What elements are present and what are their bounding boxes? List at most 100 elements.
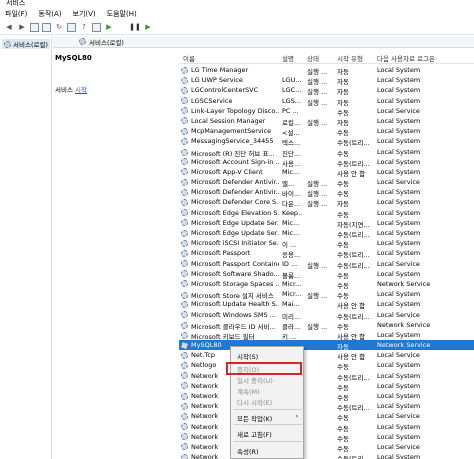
- table-row[interactable]: Microsoft Defender Core S... 다운... 실행 ... 자…: [179, 197, 474, 208]
- table-row[interactable]: Network수동(트리...Local System: [179, 401, 474, 412]
- table-row[interactable]: LG Time Manager 실행 ... 자동 Local System: [179, 65, 474, 76]
- play-icon[interactable]: ▶: [104, 22, 114, 32]
- gear-icon: [181, 149, 188, 156]
- menu-item-properties[interactable]: 속성(R): [237, 446, 259, 456]
- table-row[interactable]: Microsoft Update Health S... Mai... 사용 안 함…: [179, 299, 474, 310]
- table-row[interactable]: Microsoft Software Shado... 볼륨... 수동 Local …: [179, 269, 474, 280]
- start-link[interactable]: 시작: [75, 86, 87, 94]
- table-row[interactable]: Netlogo 수동 Local System: [179, 360, 474, 371]
- menu-view[interactable]: 보기(V): [73, 9, 96, 19]
- table-row[interactable]: LGSCService LGS... 실행 ... 자동 Local System: [179, 96, 474, 107]
- cell-desc: LGS...: [282, 96, 301, 105]
- table-row[interactable]: Microsoft 키보드 필터 키 ... 사용 안 함 Local System: [179, 330, 474, 341]
- table-row[interactable]: LG UWP Service LGU... 실행 ... 자동 Local System: [179, 75, 474, 86]
- table-row[interactable]: Network 수동 Local Service: [179, 411, 474, 422]
- service-name: Network: [191, 392, 219, 400]
- gear-icon: [181, 453, 188, 459]
- service-name-cell: Microsoft Edge Elevation S...: [181, 209, 279, 217]
- cell-logon: Local Service: [377, 351, 420, 360]
- table-row[interactable]: Link-Layer Topology Disco... PC ... 수동 Loca…: [179, 106, 474, 117]
- cell-desc: Micr...: [282, 279, 302, 288]
- cell-startup: 수동(트리...: [337, 453, 373, 459]
- table-row[interactable]: Microsoft Windows SMS ... 미리... 수동(트리... Lo…: [179, 310, 474, 321]
- table-row[interactable]: Network 수동 Local System: [179, 432, 474, 443]
- gear-icon: [181, 260, 188, 268]
- table-row[interactable]: Microsoft Defender Antivir... 바이... 실행 ...…: [179, 187, 474, 198]
- table-row-selected[interactable]: MySQL80 자동 Network Service: [179, 340, 474, 351]
- stop-icon[interactable]: [117, 22, 127, 32]
- properties-icon[interactable]: [92, 22, 101, 32]
- pause-icon[interactable]: ❚❚: [129, 22, 141, 32]
- table-row[interactable]: Local Session Manager 로컬... 실행 ... 자동 Local …: [179, 116, 474, 127]
- table-row[interactable]: LGControlCenterSVC LGC... 실행 ... 자동 Local Sy…: [179, 85, 474, 96]
- menu-item-resume[interactable]: 계속(M): [237, 386, 260, 396]
- table-row[interactable]: Microsoft Edge Elevation S... Keep... 수동 Lo…: [179, 208, 474, 219]
- gear-icon: [181, 158, 188, 166]
- table-row[interactable]: Microsoft Edge Update Ser... Mic... 수동(트리.…: [179, 228, 474, 239]
- table-row[interactable]: Microsoft Edge Update Ser... Mic... 자동(지연.…: [179, 218, 474, 229]
- gear-icon: [181, 332, 188, 340]
- help-icon[interactable]: ?: [79, 22, 89, 32]
- cell-logon: Local System: [377, 218, 421, 227]
- column-description[interactable]: 설명: [282, 53, 294, 63]
- table-row[interactable]: Net.Tcp 사용 안 함 Local Service: [179, 350, 474, 361]
- column-name[interactable]: 이름: [183, 53, 195, 63]
- menu-help[interactable]: 도움말(H): [107, 9, 137, 19]
- menu-item-all-tasks[interactable]: 모든 작업(K): [237, 413, 272, 423]
- service-name: Network: [191, 381, 219, 390]
- table-row[interactable]: Network 수동 Local Service: [179, 442, 474, 453]
- table-row[interactable]: Network 수동 Local System: [179, 381, 474, 392]
- service-name: Microsoft Passport Container: [191, 259, 279, 268]
- cell-desc: Mic...: [282, 218, 300, 227]
- service-name: Network: [191, 422, 219, 431]
- menu-item-pause[interactable]: 일시 중지(U): [237, 375, 273, 385]
- service-name-cell: Microsoft Passport: [181, 249, 279, 257]
- table-row[interactable]: Microsoft App-V Client Mic... 사용 안 함 Local …: [179, 167, 474, 178]
- table-row[interactable]: Microsoft iSCSI Initiator Se... 이 ... 수동 Lo…: [179, 238, 474, 249]
- back-icon[interactable]: ◀: [4, 22, 14, 32]
- table-row[interactable]: Microsoft (R) 진단 허브 표... 진단... 수동 Local Sys…: [179, 147, 474, 158]
- table-row[interactable]: Microsoft Passport Container ID ... 실행 ...…: [179, 259, 474, 270]
- service-name: Microsoft Windows SMS ...: [191, 310, 276, 319]
- console-icon[interactable]: [30, 22, 39, 32]
- table-row[interactable]: MessagingService_34455 텍스... 수동(트리... Local…: [179, 136, 474, 147]
- gear-icon: [181, 229, 188, 237]
- chevron-right-icon: ›: [295, 413, 298, 420]
- table-row[interactable]: Microsoft Defender Antivir... 맬... 실행 ... 수…: [179, 177, 474, 188]
- menu-item-restart[interactable]: 다시 시작(E): [237, 397, 272, 407]
- menu-item-start[interactable]: 시작(S): [237, 351, 258, 361]
- table-row[interactable]: McpManagementService <설... 수동 Local System: [179, 126, 474, 137]
- gear-icon: [181, 351, 188, 359]
- cell-logon: Local System: [377, 300, 421, 309]
- column-status[interactable]: 상태: [307, 53, 319, 63]
- table-row[interactable]: Microsoft Store 설치 서비스 Micr... 실행 ... 수동 Loc…: [179, 289, 474, 300]
- table-row[interactable]: Network수동(트리...Local System: [179, 452, 474, 459]
- table-row[interactable]: Network수동(트리...Local System: [179, 371, 474, 382]
- column-startup-type[interactable]: 시작 유형: [337, 53, 363, 63]
- service-name-cell: Microsoft Windows SMS ...: [181, 311, 279, 319]
- menu-file[interactable]: 파일(F): [5, 9, 27, 19]
- table-row[interactable]: Network 수동 Local System: [179, 391, 474, 402]
- forward-icon[interactable]: ▶: [17, 22, 27, 32]
- column-logon-as[interactable]: 다음 사용자로 로그온: [377, 53, 435, 63]
- table-row[interactable]: Microsoft 클라우드 ID 서비... 클라... 실행 ... 수동 Netw…: [179, 320, 474, 331]
- table-row[interactable]: Microsoft Account Sign-in ... 사용... 수동(트리.…: [179, 157, 474, 168]
- list-icon[interactable]: [42, 22, 51, 32]
- gear-icon: [181, 372, 188, 380]
- menu-item-refresh[interactable]: 새로 고침(F): [237, 429, 272, 439]
- restart-icon[interactable]: ▶: [143, 22, 153, 32]
- table-row[interactable]: Network 수동 Local System: [179, 422, 474, 433]
- menu-separator: [234, 409, 302, 410]
- cell-desc: Mic...: [282, 167, 300, 176]
- gear-icon: [181, 311, 188, 318]
- tree-node-services[interactable]: 서비스(로컬): [2, 39, 50, 49]
- cell-logon: Local System: [377, 167, 421, 176]
- refresh-icon[interactable]: ↻: [54, 22, 64, 32]
- cell-logon: Local Service: [377, 412, 420, 421]
- export-icon[interactable]: [67, 22, 76, 32]
- gear-icon: [181, 97, 188, 105]
- service-name: Local Session Manager: [191, 116, 266, 125]
- menu-action[interactable]: 동작(A): [38, 9, 61, 19]
- table-row[interactable]: Microsoft Passport 응용... 수동(트리... Local Sys…: [179, 248, 474, 259]
- table-row[interactable]: Microsoft Storage Spaces ... Micr... 수동 Net…: [179, 279, 474, 290]
